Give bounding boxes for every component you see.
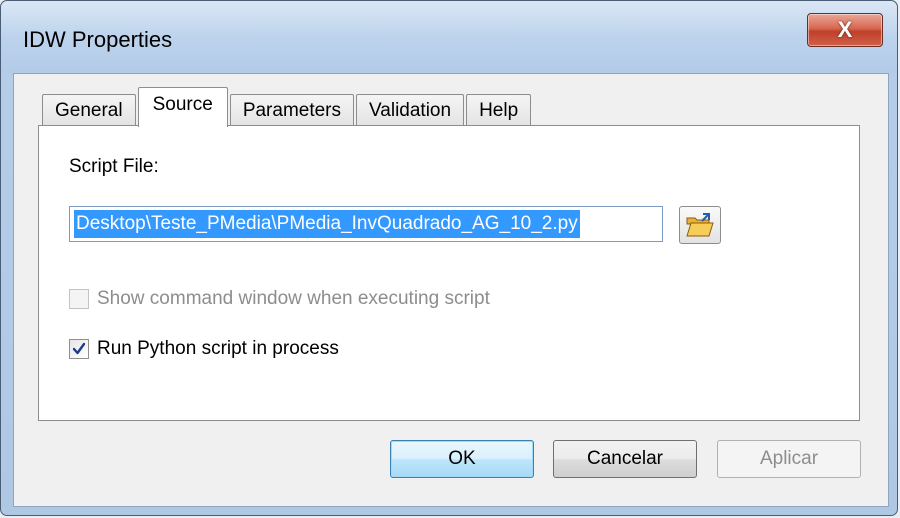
browse-button[interactable] xyxy=(679,206,721,244)
tab-strip: General Source Parameters Validation Hel… xyxy=(42,86,533,127)
tab-source[interactable]: Source xyxy=(137,87,228,127)
tab-validation[interactable]: Validation xyxy=(356,94,465,126)
run-in-process-label: Run Python script in process xyxy=(97,338,339,359)
tab-help[interactable]: Help xyxy=(466,94,532,126)
tab-parameters[interactable]: Parameters xyxy=(229,94,355,126)
show-command-window-label: Show command window when executing scrip… xyxy=(97,288,490,309)
dialog-window: IDW Properties X General Source Paramete… xyxy=(0,0,898,516)
ok-button[interactable]: OK xyxy=(390,440,534,478)
source-tab-page: Script File: Desktop\Teste_PMedia\PMedia… xyxy=(38,125,860,421)
folder-open-icon xyxy=(686,213,714,237)
apply-button[interactable]: Aplicar xyxy=(717,440,861,478)
checkmark-icon xyxy=(72,342,86,355)
run-in-process-option: Run Python script in process xyxy=(69,338,339,360)
close-button[interactable]: X xyxy=(807,13,883,47)
close-icon: X xyxy=(837,17,853,42)
script-file-value: Desktop\Teste_PMedia\PMedia_InvQuadrado_… xyxy=(74,210,580,238)
title-bar[interactable]: IDW Properties X xyxy=(1,1,897,73)
window-title: IDW Properties xyxy=(23,27,173,52)
dialog-body: General Source Parameters Validation Hel… xyxy=(13,73,889,507)
show-command-window-checkbox[interactable] xyxy=(69,289,89,309)
show-command-window-option: Show command window when executing scrip… xyxy=(69,288,490,310)
script-file-input[interactable]: Desktop\Teste_PMedia\PMedia_InvQuadrado_… xyxy=(69,206,663,242)
script-file-label: Script File: xyxy=(69,156,159,177)
cancel-button[interactable]: Cancelar xyxy=(553,440,697,478)
run-in-process-checkbox[interactable] xyxy=(69,339,89,359)
tab-general[interactable]: General xyxy=(42,94,136,126)
